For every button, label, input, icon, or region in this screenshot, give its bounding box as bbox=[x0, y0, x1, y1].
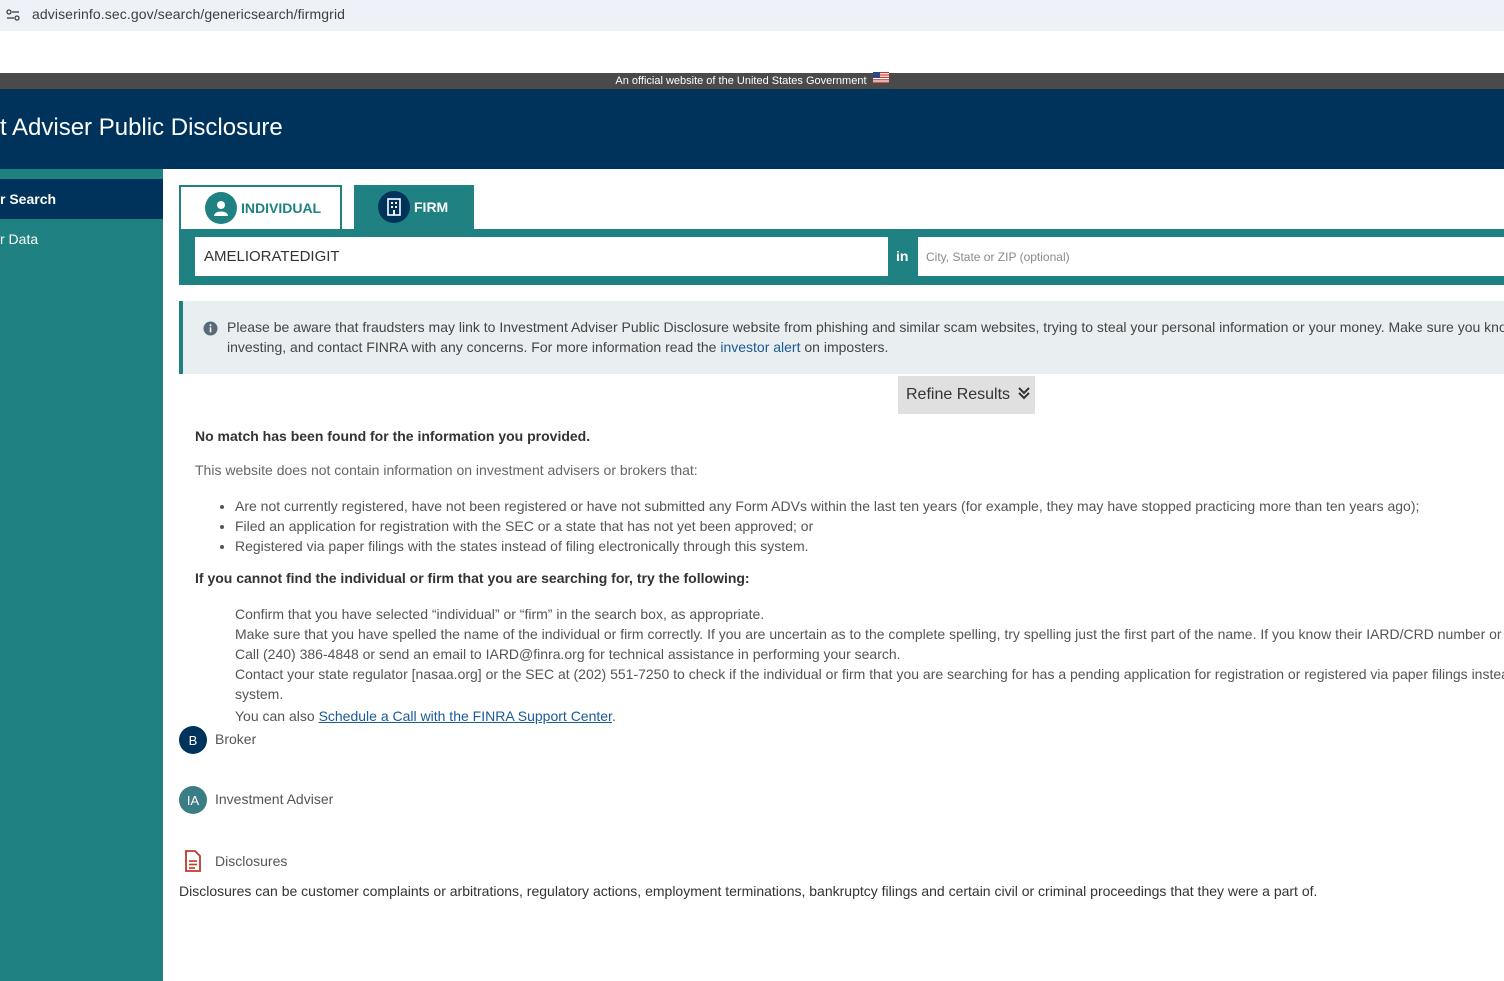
step4-line2: system. bbox=[235, 686, 284, 702]
us-flag-icon bbox=[872, 72, 889, 88]
site-title[interactable]: t Adviser Public Disclosure bbox=[0, 114, 283, 142]
location-input[interactable] bbox=[918, 237, 1504, 276]
list-item: Filed an application for registration wi… bbox=[235, 516, 1419, 536]
sidebar-item-search[interactable]: r Search bbox=[0, 179, 163, 219]
list-item: Contact your state regulator [nasaa.org]… bbox=[235, 664, 1504, 704]
try-following-heading: If you cannot find the individual or fir… bbox=[195, 570, 750, 586]
investment-adviser-badge: IA bbox=[179, 786, 207, 814]
alert-line-2-text: investing, and contact FINRA with any co… bbox=[227, 339, 721, 355]
broker-label: Broker bbox=[215, 731, 257, 747]
alert-line-2-end: on imposters. bbox=[800, 339, 889, 355]
list-item: Are not currently registered, have not b… bbox=[235, 496, 1419, 516]
sidebar-item-data[interactable]: r Data bbox=[0, 229, 163, 249]
alert-line-2: investing, and contact FINRA with any co… bbox=[227, 337, 1504, 357]
investment-adviser-label: Investment Adviser bbox=[215, 791, 334, 807]
step5-text: You can also bbox=[235, 708, 319, 724]
building-icon bbox=[378, 191, 410, 223]
investor-alert-link[interactable]: investor alert bbox=[720, 339, 800, 355]
site-info-icon[interactable] bbox=[6, 8, 20, 22]
legend-investment-adviser: IA Investment Adviser bbox=[179, 786, 333, 814]
list-item: Make sure that you have spelled the name… bbox=[235, 624, 1504, 644]
gov-banner-text: An official website of the United States… bbox=[615, 75, 867, 87]
alert-text: Please be aware that fraudsters may link… bbox=[227, 317, 1504, 357]
intro-text: This website does not contain informatio… bbox=[195, 462, 698, 478]
list-item: Registered via paper filings with the st… bbox=[235, 536, 1419, 556]
broker-badge: B bbox=[179, 726, 207, 754]
legend-disclosures: Disclosures bbox=[179, 850, 287, 872]
list-item: You can also Schedule a Call with the FI… bbox=[235, 706, 1504, 726]
legend-broker: B Broker bbox=[179, 726, 256, 754]
info-icon bbox=[203, 321, 218, 341]
suggestion-list: Confirm that you have selected “individu… bbox=[195, 604, 1504, 726]
disclosures-description: Disclosures can be customer complaints o… bbox=[179, 883, 1318, 899]
tab-firm-label: FIRM bbox=[414, 199, 449, 215]
tab-firm[interactable]: FIRM bbox=[354, 185, 474, 229]
list-item: Confirm that you have selected “individu… bbox=[235, 604, 1504, 624]
firm-name-input[interactable] bbox=[195, 237, 888, 276]
disclosures-label: Disclosures bbox=[215, 853, 288, 869]
step5-end: . bbox=[611, 708, 616, 724]
browser-address-bar[interactable]: adviserinfo.sec.gov/search/genericsearch… bbox=[0, 0, 1504, 31]
url-text[interactable]: adviserinfo.sec.gov/search/genericsearch… bbox=[32, 6, 345, 22]
site-header: t Adviser Public Disclosure bbox=[0, 89, 1504, 169]
alert-line-1: Please be aware that fraudsters may link… bbox=[227, 319, 1504, 335]
schedule-call-link[interactable]: Schedule a Call with the FINRA Support C… bbox=[319, 708, 612, 724]
browser-blank-area bbox=[0, 31, 1504, 73]
sidebar: r Search r Data bbox=[0, 169, 163, 981]
list-item: Call (240) 386-4848 or send an email to … bbox=[235, 644, 1504, 664]
tab-individual[interactable]: INDIVIDUAL bbox=[179, 185, 342, 229]
exclusion-list: Are not currently registered, have not b… bbox=[195, 496, 1419, 556]
refine-results-button[interactable]: Refine Results bbox=[898, 376, 1035, 414]
fraud-alert: Please be aware that fraudsters may link… bbox=[179, 301, 1504, 374]
step4-line1: Contact your state regulator [nasaa.org]… bbox=[235, 666, 1504, 682]
double-chevron-down-icon bbox=[1018, 386, 1030, 405]
gov-banner: An official website of the United States… bbox=[0, 72, 1504, 89]
no-match-heading: No match has been found for the informat… bbox=[195, 428, 591, 444]
refine-results-label: Refine Results bbox=[906, 386, 1011, 403]
in-label: in bbox=[896, 248, 909, 264]
person-icon bbox=[205, 192, 237, 224]
disclosure-document-icon bbox=[179, 850, 207, 872]
tab-individual-label: INDIVIDUAL bbox=[241, 200, 322, 216]
